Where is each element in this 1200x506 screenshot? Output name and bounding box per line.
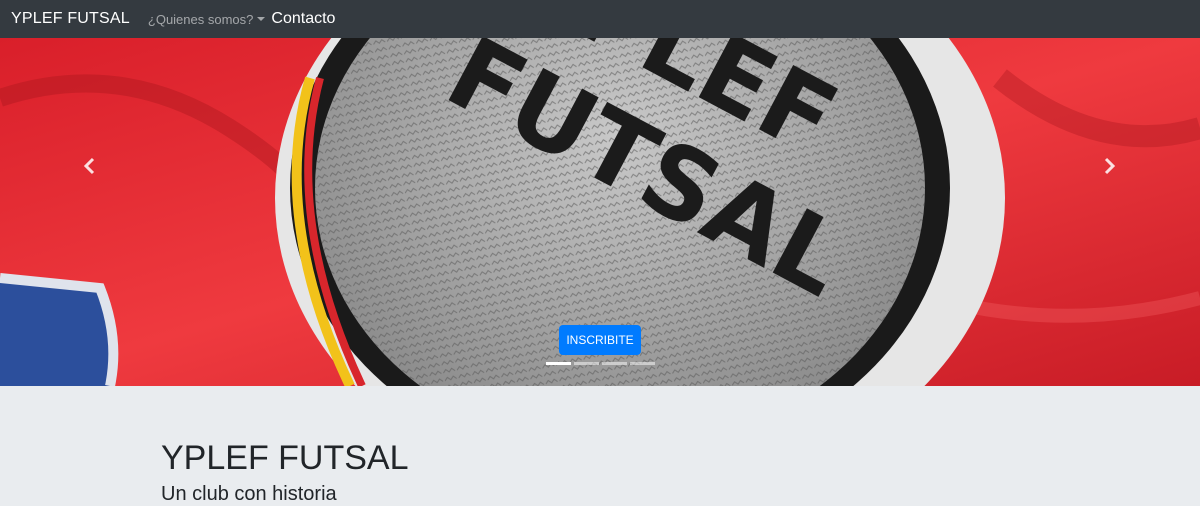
hero-carousel: YPLEF FUTSAL INSCRIBITE: [0, 38, 1200, 386]
chevron-right-icon: [1104, 157, 1116, 175]
navbar-brand[interactable]: YPLEF FUTSAL: [11, 10, 130, 28]
carousel-indicator[interactable]: [546, 362, 571, 365]
carousel-prev-button[interactable]: [74, 146, 104, 186]
carousel-next-button[interactable]: [1095, 146, 1125, 186]
carousel-indicator[interactable]: [630, 362, 655, 365]
carousel-indicator[interactable]: [602, 362, 627, 365]
jumbotron-title: YPLEF FUTSAL: [161, 439, 409, 477]
quienes-somos-dropdown[interactable]: ¿Quienes somos?: [148, 12, 266, 27]
quienes-somos-label: ¿Quienes somos?: [147, 11, 254, 27]
jumbotron-subtitle: Un club con historia: [161, 483, 337, 505]
caret-down-icon: [257, 17, 266, 21]
contacto-link[interactable]: Contacto: [271, 10, 335, 28]
carousel-indicator[interactable]: [574, 362, 599, 365]
carousel-indicators: [546, 362, 655, 365]
top-navbar: YPLEF FUTSAL ¿Quienes somos? Contacto: [0, 0, 1200, 38]
chevron-left-icon: [83, 157, 95, 175]
jumbotron: YPLEF FUTSAL Un club con historia: [0, 386, 1200, 505]
inscribite-button[interactable]: INSCRIBITE: [559, 325, 641, 355]
